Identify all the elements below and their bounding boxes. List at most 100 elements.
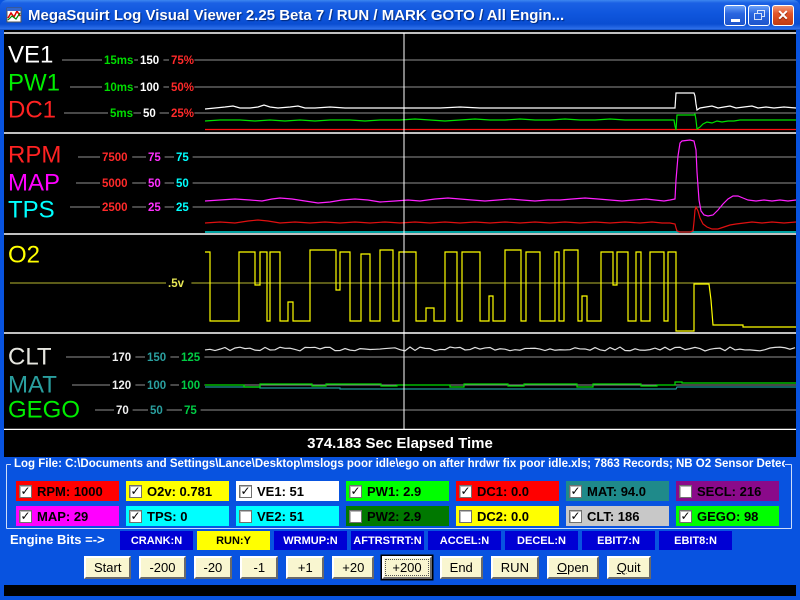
channel-check-row-2: ✓ MAP: 29 ✓TPS: 0 VE2: 51 PW2: 2.9 DC2: 0.0 ✓ C… — [16, 506, 779, 526]
engine-bits-row: Engine Bits =-> CRANK:NRUN:YWRMUP:NAFTRS… — [0, 531, 800, 551]
scale-tick-clt-1: 150 — [147, 352, 166, 364]
1-button[interactable]: +1 — [286, 556, 324, 579]
scale-tick-rpm-2: 75 — [176, 152, 189, 164]
channel-toggle-gego[interactable]: ✓ GEGO: 98 — [676, 506, 779, 526]
maximize-button[interactable] — [748, 5, 770, 26]
1-button[interactable]: -1 — [240, 556, 278, 579]
engine-bit-ebit8: EBIT8:N — [659, 531, 732, 550]
scale-tick-dc1-1: 50 — [143, 108, 156, 120]
20-button[interactable]: +20 — [332, 556, 374, 579]
channel-toggle-tps[interactable]: ✓TPS: 0 — [126, 506, 229, 526]
elapsed-time-text: 374.183 Sec Elapsed Time — [307, 435, 493, 452]
scale-tick-map-1: 50 — [148, 178, 161, 190]
channel-toggle-secl[interactable]: SECL: 216 — [676, 481, 779, 501]
channel-toggle-clt[interactable]: ✓ CLT: 186 — [566, 506, 669, 526]
minimize-icon — [731, 19, 740, 22]
checkbox-checked[interactable]: ✓ — [349, 485, 362, 498]
engine-bit-aftrstrt: AFTRSTRT:N — [351, 531, 424, 550]
channel-value-label: SECL: 216 — [697, 484, 761, 499]
scale-tick-mat-1: 100 — [147, 380, 166, 392]
channel-toggle-map[interactable]: ✓ MAP: 29 — [16, 506, 119, 526]
engine-bit-wrmup: WRMUP:N — [274, 531, 347, 550]
channel-toggle-o2v[interactable]: ✓ O2v: 0.781 — [126, 481, 229, 501]
channel-value-label: CLT: 186 — [587, 509, 640, 524]
scale-tick-dc1-2: 25% — [171, 108, 194, 120]
scale-tick-gego-0: 70 — [116, 405, 129, 417]
quit-button[interactable]: Quit — [607, 556, 651, 579]
scale-tick-tps-2: 25 — [176, 202, 189, 214]
scale-tick-pw1-0: 10ms — [104, 82, 133, 94]
scale-tick-mat-0: 120 — [112, 380, 131, 392]
scale-tick-map-0: 5000 — [102, 178, 128, 190]
200-button[interactable]: +200 — [382, 556, 431, 579]
app-icon — [6, 7, 22, 23]
trace-pw1 — [205, 114, 796, 130]
maximize-icon — [754, 10, 765, 20]
trace-mat — [205, 387, 796, 389]
engine-bit-accel: ACCEL:N — [428, 531, 501, 550]
close-button[interactable]: ✕ — [772, 5, 794, 26]
scale-tick-gego-1: 50 — [150, 405, 163, 417]
minimize-button[interactable] — [724, 5, 746, 26]
channel-value-label: MAP: 29 — [37, 509, 88, 524]
20-button[interactable]: -20 — [194, 556, 233, 579]
open-button[interactable]: Open — [547, 556, 599, 579]
channel-toggle-ve2[interactable]: VE2: 51 — [236, 506, 339, 526]
scale-tick-o2-0: .5v — [168, 278, 185, 290]
channel-toggle-ve1[interactable]: ✓VE1: 51 — [236, 481, 339, 501]
channel-toggle-mat[interactable]: ✓MAT: 94.0 — [566, 481, 669, 501]
channel-value-label: O2v: 0.781 — [147, 484, 212, 499]
checkbox-unchecked[interactable] — [459, 510, 472, 523]
channel-value-label: PW1: 2.9 — [367, 484, 421, 499]
scale-tick-rpm-0: 7500 — [102, 152, 128, 164]
engine-bit-run: RUN:Y — [197, 531, 270, 550]
end-button[interactable]: End — [440, 556, 483, 579]
scale-tick-ve1-2: 75% — [171, 55, 194, 67]
start-button[interactable]: Start — [84, 556, 131, 579]
channel-toggle-rpm[interactable]: ✓ RPM: 1000 — [16, 481, 119, 501]
channel-label-ve1: VE1 — [8, 42, 53, 69]
checkbox-unchecked[interactable] — [239, 510, 252, 523]
checkbox-checked[interactable]: ✓ — [19, 485, 32, 498]
window-title: MegaSquirt Log Visual Viewer 2.25 Beta 7… — [28, 7, 722, 24]
checkbox-unchecked[interactable] — [679, 485, 692, 498]
channel-value-label: GEGO: 98 — [697, 509, 758, 524]
checkbox-checked[interactable]: ✓ — [679, 510, 692, 523]
engine-bit-ebit7: EBIT7:N — [582, 531, 655, 550]
scale-tick-dc1-0: 5ms — [110, 108, 133, 120]
close-icon: ✕ — [777, 8, 789, 22]
scale-tick-tps-0: 2500 — [102, 202, 128, 214]
channel-label-o2: O2 — [8, 242, 40, 269]
engine-bits-label: Engine Bits =-> — [10, 532, 105, 547]
log-graph-canvas: VE115ms15075%PW110ms10050%DC15ms5025%RPM… — [4, 30, 796, 430]
scale-tick-map-2: 50 — [176, 178, 189, 190]
checkbox-checked[interactable]: ✓ — [239, 485, 252, 498]
scale-tick-rpm-1: 75 — [148, 152, 161, 164]
scale-tick-pw1-1: 100 — [140, 82, 159, 94]
engine-bit-decel: DECEL:N — [505, 531, 578, 550]
channel-toggle-pw2[interactable]: PW2: 2.9 — [346, 506, 449, 526]
channel-toggle-dc2[interactable]: DC2: 0.0 — [456, 506, 559, 526]
checkbox-checked[interactable]: ✓ — [459, 485, 472, 498]
scale-tick-tps-1: 25 — [148, 202, 161, 214]
channel-label-mat: MAT — [8, 372, 57, 399]
channel-toggle-dc1[interactable]: ✓DC1: 0.0 — [456, 481, 559, 501]
checkbox-checked[interactable]: ✓ — [19, 510, 32, 523]
checkbox-checked[interactable]: ✓ — [569, 510, 582, 523]
channel-toggle-pw1[interactable]: ✓ PW1: 2.9 — [346, 481, 449, 501]
channel-label-map: MAP — [8, 170, 60, 197]
titlebar: MegaSquirt Log Visual Viewer 2.25 Beta 7… — [0, 0, 800, 30]
channel-value-label: RPM: 1000 — [37, 484, 103, 499]
200-button[interactable]: -200 — [139, 556, 185, 579]
transport-button-row: Start -200 -20 -1 +1 +20 +200 End RUN Open Quit — [84, 556, 651, 579]
channel-label-clt: CLT — [8, 344, 52, 371]
checkbox-checked[interactable]: ✓ — [129, 485, 142, 498]
checkbox-checked[interactable]: ✓ — [129, 510, 142, 523]
run-button[interactable]: RUN — [491, 556, 539, 579]
checkbox-unchecked[interactable] — [349, 510, 362, 523]
trace-o2 — [205, 250, 796, 331]
log-graph[interactable]: VE115ms15075%PW110ms10050%DC15ms5025%RPM… — [4, 30, 796, 430]
checkbox-checked[interactable]: ✓ — [569, 485, 582, 498]
app-window: MegaSquirt Log Visual Viewer 2.25 Beta 7… — [0, 0, 800, 600]
scale-tick-gego-2: 75 — [184, 405, 197, 417]
